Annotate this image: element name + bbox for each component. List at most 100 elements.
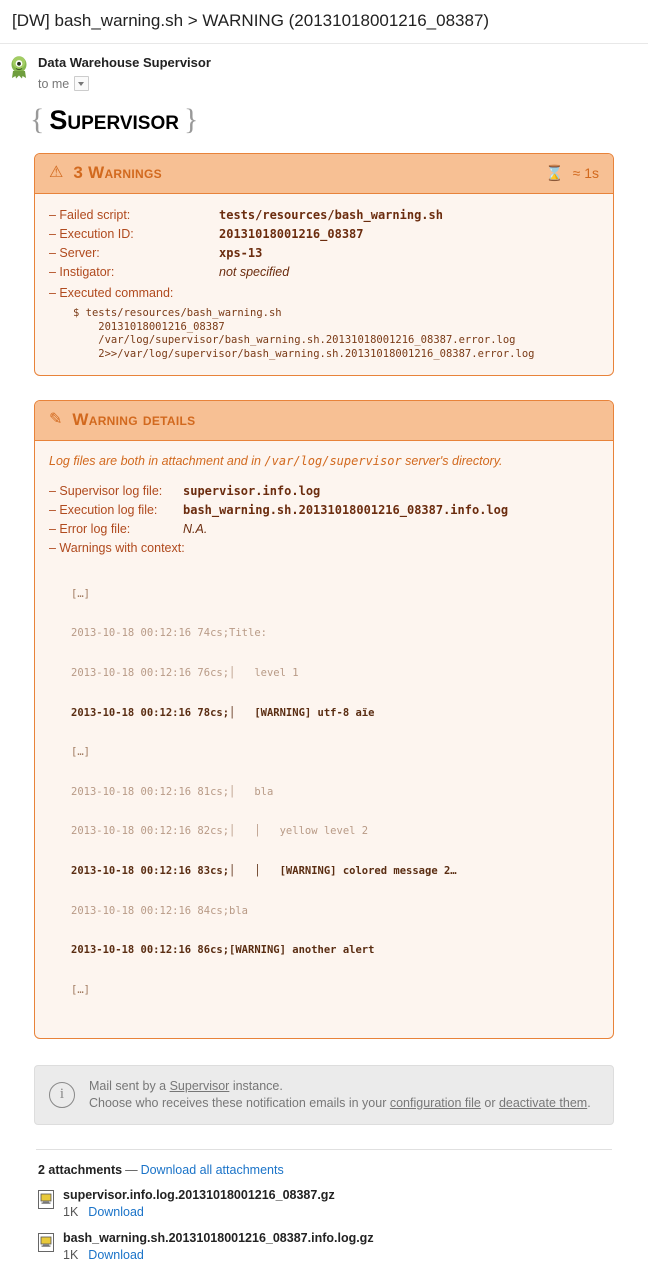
info-line2-mid: or	[480, 1095, 499, 1110]
attachments-header: 2 attachments — Download all attachments	[38, 1163, 648, 1177]
info-line-2: Choose who receives these notification e…	[89, 1095, 591, 1112]
row-key: – Execution log file:	[49, 503, 158, 518]
details-panel-header: ✎ Warning details	[35, 401, 613, 442]
info-circle-icon: i	[49, 1081, 75, 1108]
row-key: – Instigator:	[49, 265, 115, 280]
row-value: N.A.	[183, 522, 208, 537]
warnings-panel-title: 3 Warnings	[73, 163, 162, 183]
table-row: – Instigator: not specified	[49, 263, 599, 282]
file-gz-icon	[38, 1189, 54, 1209]
log-line: 2013-10-18 00:12:16 82cs;│ │ yellow leve…	[71, 825, 369, 838]
execution-duration: ⌛ ≈ 1s	[545, 164, 599, 182]
attachment-info: supervisor.info.log.20131018001216_08387…	[63, 1188, 335, 1220]
attachment-meta: 1K Download	[63, 1248, 374, 1263]
attachments-dash: —	[125, 1162, 138, 1177]
list-item[interactable]: bash_warning.sh.20131018001216_08387.inf…	[38, 1231, 648, 1263]
download-all-link[interactable]: Download all attachments	[141, 1163, 284, 1177]
attachments-count: 2 attachments	[38, 1162, 123, 1177]
log-line: 2013-10-18 00:12:16 78cs;│ [WARNING] utf…	[71, 706, 375, 719]
note-prefix: Log files are both in attachment and in	[49, 454, 265, 469]
table-row: – Failed script: tests/resources/bash_wa…	[49, 206, 599, 225]
row-key: – Warnings with context:	[49, 541, 185, 556]
log-location-note: Log files are both in attachment and in …	[49, 453, 599, 469]
table-row: – Supervisor log file: supervisor.info.l…	[49, 482, 599, 501]
table-row: – Error log file: N.A.	[49, 520, 599, 539]
executed-command-block: $ tests/resources/bash_warning.sh 201310…	[73, 307, 599, 361]
command-line: 2>>/var/log/supervisor/bash_warning.sh.2…	[73, 347, 535, 360]
attachment-name: supervisor.info.log.20131018001216_08387…	[63, 1187, 335, 1202]
row-value: 20131018001216_08387	[219, 227, 364, 242]
attachments-separator	[36, 1148, 612, 1150]
log-line: […]	[71, 587, 90, 600]
row-key: – Error log file:	[49, 522, 131, 537]
recipient-line: to me	[38, 76, 211, 92]
mail-subject: [DW] bash_warning.sh > WARNING (20131018…	[0, 0, 648, 45]
table-row: – Execution log file: bash_warning.sh.20…	[49, 501, 599, 520]
table-row: – Execution ID: 20131018001216_08387	[49, 225, 599, 244]
deactivate-link[interactable]: deactivate them	[499, 1096, 587, 1110]
list-item[interactable]: supervisor.info.log.20131018001216_08387…	[38, 1188, 648, 1220]
note-suffix: server's directory.	[401, 454, 503, 469]
configuration-file-link[interactable]: configuration file	[390, 1096, 481, 1110]
info-line2-suffix: .	[587, 1095, 591, 1110]
chevron-down-icon[interactable]	[74, 76, 90, 92]
table-row: – Executed command:	[49, 284, 599, 303]
file-gz-icon	[38, 1232, 54, 1252]
sender-name: Data Warehouse Supervisor	[38, 55, 211, 71]
log-line: 2013-10-18 00:12:16 84cs;bla	[71, 904, 249, 917]
details-panel-title: Warning details	[72, 410, 196, 430]
supervisor-logo: {Supervisor}	[30, 103, 648, 137]
log-line: […]	[71, 746, 90, 759]
warnings-context-log: […] 2013-10-18 00:12:16 74cs;Title: 2013…	[71, 561, 599, 1023]
hourglass-icon: ⌛	[544, 165, 564, 183]
row-value: not specified	[219, 265, 290, 280]
mail-info-box: i Mail sent by a Supervisor instance. Ch…	[34, 1064, 614, 1125]
attachment-size: 1K	[63, 1247, 79, 1262]
info-line1-suffix: instance.	[229, 1078, 283, 1093]
table-row: – Server: xps-13	[49, 244, 599, 263]
warnings-panel-body: – Failed script: tests/resources/bash_wa…	[35, 194, 613, 375]
details-panel-body: Log files are both in attachment and in …	[35, 441, 613, 1037]
info-line-1: Mail sent by a Supervisor instance.	[89, 1078, 591, 1095]
command-line: 20131018001216_08387	[73, 320, 225, 333]
row-key: – Server:	[49, 246, 100, 261]
command-line: $ tests/resources/bash_warning.sh	[73, 307, 282, 320]
log-line: […]	[71, 983, 90, 996]
table-row: – Warnings with context:	[49, 539, 599, 558]
row-value: xps-13	[219, 246, 263, 261]
sender-meta: Data Warehouse Supervisor to me	[38, 54, 211, 92]
command-line: /var/log/supervisor/bash_warning.sh.2013…	[73, 334, 516, 347]
log-line: 2013-10-18 00:12:16 86cs;[WARNING] anoth…	[71, 944, 375, 957]
note-path: /var/log/supervisor	[264, 454, 402, 469]
log-line: 2013-10-18 00:12:16 81cs;│ bla	[71, 785, 274, 798]
supervisor-link[interactable]: Supervisor	[170, 1079, 230, 1093]
warnings-panel-header: ⚠ 3 Warnings ⌛ ≈ 1s	[35, 154, 613, 195]
info-line2-prefix: Choose who receives these notification e…	[89, 1095, 390, 1110]
download-link[interactable]: Download	[88, 1205, 144, 1219]
log-line: 2013-10-18 00:12:16 74cs;Title:	[71, 627, 267, 640]
attachment-meta: 1K Download	[63, 1205, 335, 1220]
monster-avatar-icon	[8, 55, 30, 79]
row-value: supervisor.info.log	[183, 484, 321, 499]
row-value: bash_warning.sh.20131018001216_08387.inf…	[183, 503, 509, 518]
download-link[interactable]: Download	[88, 1248, 144, 1262]
paperclip-icon: ✎	[49, 411, 63, 429]
recipient-label: to me	[38, 76, 70, 91]
row-key: – Failed script:	[49, 208, 131, 223]
logo-right-brace: }	[183, 103, 199, 137]
warning-details-panel: ✎ Warning details Log files are both in …	[34, 400, 614, 1039]
log-line: 2013-10-18 00:12:16 76cs;│ level 1	[71, 667, 299, 680]
row-key: – Supervisor log file:	[49, 484, 163, 499]
info-text: Mail sent by a Supervisor instance. Choo…	[89, 1078, 591, 1112]
logo-left-brace: {	[30, 103, 45, 137]
info-line1-prefix: Mail sent by a	[89, 1078, 170, 1093]
logo-word: Supervisor	[49, 105, 179, 136]
row-key: – Executed command:	[49, 286, 174, 301]
duration-value: ≈ 1s	[572, 165, 599, 182]
warnings-panel: ⚠ 3 Warnings ⌛ ≈ 1s – Failed script: tes…	[34, 153, 614, 377]
sender-row: Data Warehouse Supervisor to me	[0, 44, 648, 92]
log-line: 2013-10-18 00:12:16 83cs;│ │ [WARNING] c…	[71, 865, 457, 878]
warning-triangle-icon: ⚠	[49, 164, 64, 182]
attachment-name: bash_warning.sh.20131018001216_08387.inf…	[63, 1230, 374, 1245]
attachment-size: 1K	[63, 1204, 79, 1219]
